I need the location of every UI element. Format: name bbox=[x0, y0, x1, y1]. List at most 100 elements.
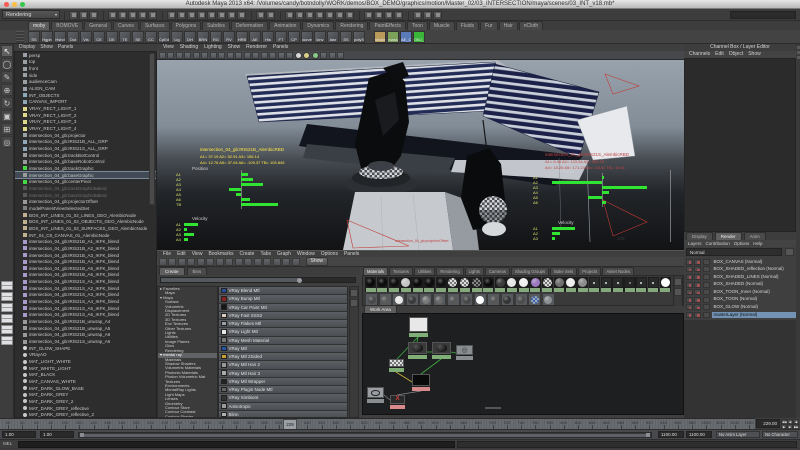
current-time-field[interactable]: 229.00 bbox=[756, 419, 780, 428]
shelf-selector-icon[interactable] bbox=[16, 31, 24, 43]
layer-tab-anim[interactable]: Anim bbox=[744, 232, 766, 240]
layer-blend-mode-dropdown[interactable]: Normal bbox=[686, 248, 782, 256]
material-swatch[interactable] bbox=[483, 277, 494, 292]
create-node-button[interactable]: VRay Light Mtl bbox=[219, 328, 347, 336]
outliner-item[interactable]: intersection_04_gb:trackBotControl bbox=[15, 152, 156, 159]
hypershade-toolbar-icon[interactable] bbox=[187, 258, 195, 266]
material-swatch[interactable] bbox=[406, 293, 419, 306]
status-icon[interactable] bbox=[345, 11, 354, 20]
command-language-label[interactable]: MEL bbox=[3, 441, 12, 446]
status-icon[interactable] bbox=[138, 11, 147, 20]
outliner-menu-show[interactable]: Show bbox=[40, 44, 53, 51]
material-swatch[interactable] bbox=[365, 277, 376, 292]
render-layer-row[interactable]: BOX_SHADED_reflection (Normal) bbox=[684, 266, 796, 274]
outliner-item[interactable]: intersection_04_gb:baseGraphic bbox=[15, 172, 156, 179]
shelf-tab[interactable]: Surfaces bbox=[140, 21, 170, 30]
outliner-item[interactable]: top bbox=[15, 59, 156, 66]
shelf-button[interactable]: Out bbox=[67, 31, 79, 43]
shelf-tab[interactable]: moby bbox=[28, 21, 50, 30]
viewport-toolbar-icon[interactable] bbox=[159, 52, 166, 59]
status-icon[interactable] bbox=[433, 11, 442, 20]
swatch-size-slider[interactable] bbox=[160, 277, 356, 283]
layer-tab-display[interactable]: Display bbox=[686, 232, 713, 240]
create-node-button[interactable]: VRay Flakes Mtl bbox=[219, 320, 347, 328]
outliner-item[interactable]: MAT_DARK_GLOW_BASE bbox=[15, 385, 156, 392]
material-swatch[interactable] bbox=[501, 293, 514, 306]
tab-bake-sets[interactable]: Bake Sets bbox=[550, 267, 577, 275]
render-layer-row[interactable]: BOX_CANVAS (Normal) bbox=[684, 258, 796, 266]
layer-renderable-toggle[interactable] bbox=[686, 289, 693, 295]
hypershade-toolbar-icon[interactable] bbox=[206, 258, 214, 266]
status-icon[interactable] bbox=[305, 11, 314, 20]
outliner-item[interactable]: intersection_04_gb:IRIS21S_A5_IKFK_blend bbox=[15, 305, 156, 312]
create-node-button[interactable]: VRay Mtl Wrapper bbox=[219, 378, 347, 386]
outliner-item[interactable]: intersection_04_gb:IRIS21B_A2_IKFK_blend bbox=[15, 245, 156, 252]
anim-end-field[interactable]: 1100.00 bbox=[686, 431, 712, 438]
material-swatch[interactable] bbox=[601, 277, 612, 292]
viewport-menu-lighting[interactable]: Lighting bbox=[204, 44, 222, 51]
shelf-button[interactable]: DH bbox=[184, 31, 196, 43]
render-layer-row[interactable]: BOX_TOON (Normal) bbox=[684, 296, 796, 304]
channel-box-empty[interactable] bbox=[684, 58, 796, 232]
material-swatch[interactable] bbox=[506, 277, 517, 292]
outliner-item[interactable]: VRAY_RECT_LIGHT_1 bbox=[15, 105, 156, 112]
tab-materials[interactable]: Materials bbox=[363, 267, 388, 275]
viewport-toolbar-icon[interactable] bbox=[286, 52, 293, 59]
status-icon[interactable] bbox=[69, 11, 78, 20]
status-icon[interactable] bbox=[177, 11, 186, 20]
shelf-button[interactable]: AE_C bbox=[400, 31, 412, 43]
outliner-item[interactable]: intersection_04_gb:projectorOffset bbox=[15, 198, 156, 205]
outliner-item[interactable]: intersection_04_gb:IRIS21S_ALL_GRP bbox=[15, 145, 156, 152]
render-layer-row[interactable]: BOX_TOON_Inner (Normal) bbox=[684, 288, 796, 296]
outliner-item[interactable]: intersection_04_gb:IRIS21B_A3_IKFK_blend bbox=[15, 252, 156, 259]
hypershade-toolbar-icon[interactable] bbox=[216, 258, 224, 266]
status-icon[interactable] bbox=[187, 11, 196, 20]
layer-override-toggle[interactable] bbox=[703, 282, 710, 288]
status-icon[interactable] bbox=[79, 11, 88, 20]
anim-layer-button[interactable]: No Anim Layer bbox=[716, 431, 760, 438]
channel-box-menu-object[interactable]: Object bbox=[729, 51, 743, 58]
hypershade-toolbar-icon[interactable] bbox=[197, 258, 205, 266]
hypershade-toolbar-icon[interactable] bbox=[178, 258, 186, 266]
tab-utilities[interactable]: Utilities bbox=[414, 267, 436, 275]
layout-preset-button[interactable] bbox=[1, 325, 13, 334]
channel-box-menu-show[interactable]: Show bbox=[748, 51, 761, 58]
slider-knob-icon[interactable] bbox=[297, 278, 302, 283]
shelf-button[interactable]: curve bbox=[301, 31, 313, 43]
viewport-toolbar-icon[interactable] bbox=[244, 52, 251, 59]
material-swatch[interactable] bbox=[487, 293, 500, 306]
shelf-button[interactable]: DE bbox=[106, 31, 118, 43]
shader-node[interactable] bbox=[389, 359, 404, 372]
outliner-item[interactable]: audienceCam bbox=[15, 79, 156, 86]
layout-preset-button[interactable] bbox=[1, 292, 13, 301]
viewport-toolbar-icon[interactable] bbox=[261, 52, 268, 59]
outliner-item[interactable]: intersection_04_gb:IRIS21B_unwrap_A4 bbox=[15, 318, 156, 325]
lasso-tool-icon[interactable]: ◯ bbox=[1, 58, 13, 70]
outliner-item[interactable]: intersection_04_gb:IRIS21B_A6_IKFK_blend bbox=[15, 272, 156, 279]
status-icon[interactable] bbox=[266, 11, 275, 20]
material-swatch[interactable] bbox=[542, 293, 555, 306]
viewport-toolbar-icon[interactable] bbox=[295, 52, 302, 59]
hypershade-toolbar-icon[interactable] bbox=[159, 258, 167, 266]
viewport-menu-show[interactable]: Show bbox=[228, 44, 241, 51]
render-layer-row[interactable]: BOX_SHADED_LINES (Normal) bbox=[684, 273, 796, 281]
material-swatch[interactable] bbox=[542, 277, 553, 292]
add-layer-button[interactable] bbox=[785, 248, 794, 256]
playback-start-field[interactable]: 1.00 bbox=[40, 431, 74, 438]
create-node-button[interactable]: VRay Mtl Hair 2 bbox=[219, 361, 347, 369]
shelf-tab[interactable]: General bbox=[84, 21, 112, 30]
viewport-toolbar-icon[interactable] bbox=[320, 52, 327, 59]
layout-preset-button[interactable] bbox=[1, 281, 13, 290]
viewport-toolbar-icon[interactable] bbox=[210, 52, 217, 59]
status-icon[interactable] bbox=[295, 11, 304, 20]
material-swatch[interactable] bbox=[518, 277, 529, 292]
tab-textures[interactable]: Textures bbox=[389, 267, 413, 275]
shelf-button[interactable]: lasr bbox=[327, 31, 339, 43]
shelf-tab[interactable]: Deformation bbox=[231, 21, 268, 30]
shelf-tab[interactable]: Toon bbox=[407, 21, 428, 30]
status-icon[interactable] bbox=[128, 11, 137, 20]
character-set-button[interactable]: No Character bbox=[762, 431, 798, 438]
outliner-item[interactable]: VRAY_RECT_LIGHT_4 bbox=[15, 125, 156, 132]
shader-node[interactable] bbox=[367, 387, 384, 403]
viewport-menu-panels[interactable]: Panels bbox=[273, 44, 288, 51]
